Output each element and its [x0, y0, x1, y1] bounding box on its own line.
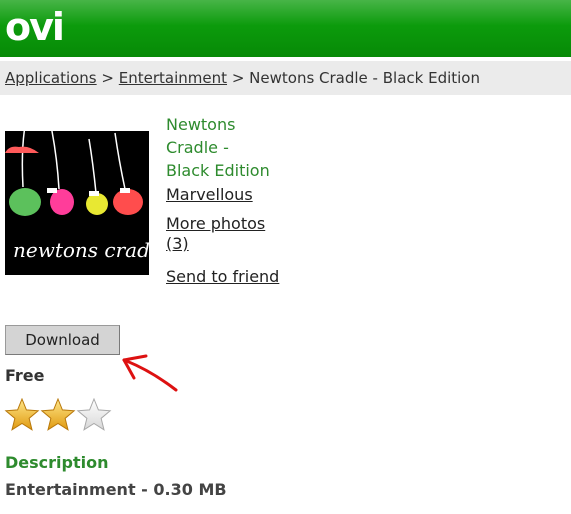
red-arrow-annotation — [122, 354, 178, 392]
app-title-line: Newtons — [166, 115, 236, 134]
publisher-link[interactable]: Marvellous — [166, 185, 253, 205]
breadcrumb-separator: > — [231, 69, 245, 87]
app-title-line: Black Edition — [166, 161, 270, 180]
star-empty-icon — [76, 397, 112, 431]
more-photos-count: (3) — [166, 234, 189, 253]
breadcrumb-current: Newtons Cradle - Black Edition — [249, 69, 480, 87]
breadcrumb-link-entertainment[interactable]: Entertainment — [119, 69, 227, 87]
star-rating-icon — [4, 397, 112, 431]
app-title-line: Cradle - — [166, 138, 229, 157]
star-filled-icon — [4, 397, 40, 431]
more-photos-label: More photos — [166, 214, 266, 233]
rating-stars — [4, 397, 114, 438]
star-filled-icon — [40, 397, 76, 431]
breadcrumb: Applications > Entertainment > Newtons C… — [0, 61, 571, 95]
thumbnail-caption: newtons cradle — [13, 238, 149, 262]
ovi-logo[interactable]: ovi — [5, 2, 65, 52]
top-header: ovi — [0, 0, 571, 57]
size-separator: - — [141, 480, 148, 499]
download-button[interactable]: Download — [5, 325, 120, 355]
more-photos-link[interactable]: More photos (3) — [166, 214, 265, 254]
category-text: Entertainment — [5, 480, 136, 499]
app-title: Newtons Cradle - Black Edition — [166, 113, 296, 182]
file-size: 0.30 MB — [153, 480, 227, 499]
price-label: Free — [5, 366, 45, 385]
description-meta: Entertainment - 0.30 MB — [5, 480, 227, 499]
description-heading: Description — [5, 453, 109, 472]
app-thumbnail[interactable]: newtons cradle — [5, 125, 168, 275]
send-to-friend-link[interactable]: Send to friend — [166, 267, 279, 287]
newtons-cradle-image: newtons cradle — [5, 125, 168, 275]
breadcrumb-link-applications[interactable]: Applications — [5, 69, 97, 87]
breadcrumb-separator: > — [101, 69, 114, 87]
